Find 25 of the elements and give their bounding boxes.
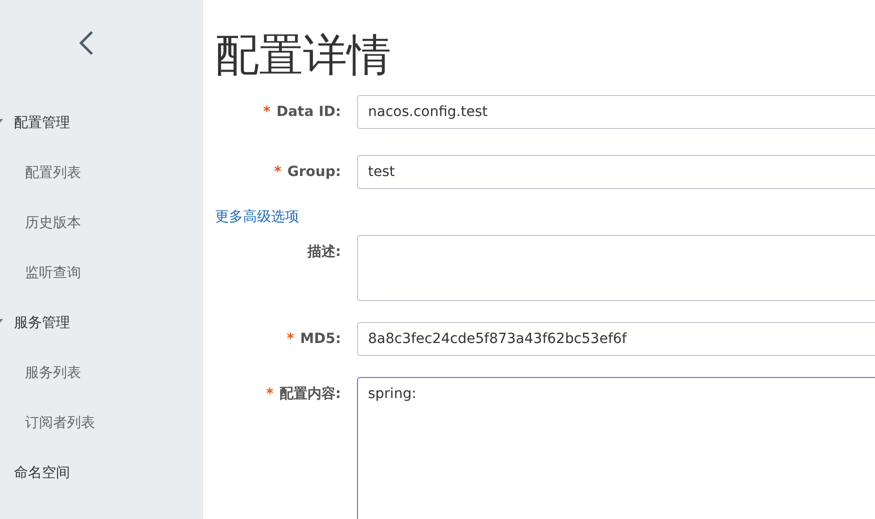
sidebar-item[interactable]: 订阅者列表 (25, 414, 95, 432)
required-mark: * (286, 331, 294, 347)
sidebar-group[interactable]: 服务管理 (14, 314, 70, 332)
input-field[interactable]: 8a8c3fec24cde5f873a43f62bc53ef6f (357, 322, 875, 356)
sidebar-item[interactable]: 服务列表 (25, 364, 81, 382)
sidebar-item[interactable]: 配置列表 (25, 164, 81, 182)
sidebar-item[interactable]: 历史版本 (25, 214, 81, 232)
required-mark: * (274, 164, 282, 180)
sidebar-item[interactable]: 监听查询 (25, 264, 81, 282)
page-title: 配置详情 (215, 29, 392, 83)
field-label: * 配置内容: (265, 384, 342, 404)
field-label: * Data ID: (262, 103, 342, 122)
field-label: * Group: (273, 163, 342, 182)
code-editor[interactable]: spring: (357, 377, 875, 519)
field-label: 描述: (306, 243, 342, 262)
required-mark: * (263, 104, 270, 120)
back-icon[interactable] (78, 30, 94, 56)
sidebar-group[interactable]: 命名空间 (14, 464, 70, 482)
description-field[interactable] (357, 235, 875, 301)
input-field[interactable]: test (357, 155, 875, 189)
input-field[interactable]: nacos.config.test (357, 95, 875, 129)
sidebar-group[interactable]: 配置管理 (14, 114, 70, 132)
advanced-options-link[interactable]: 更多高级选项 (215, 206, 299, 228)
field-label: * MD5: (286, 330, 342, 349)
required-mark: * (266, 386, 274, 402)
